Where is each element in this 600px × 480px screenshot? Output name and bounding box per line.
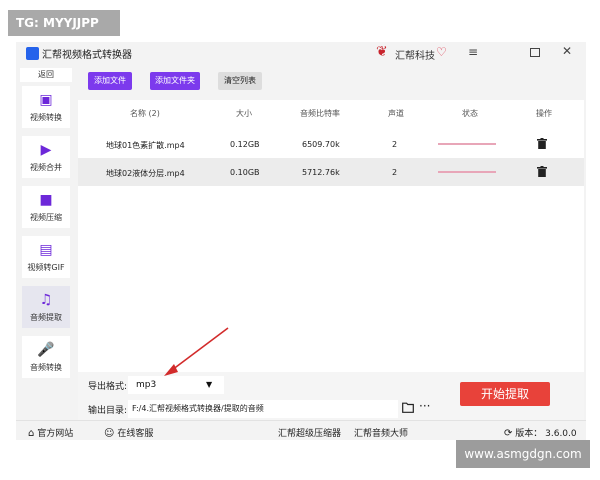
- footer-bar: ⌂ 官方网站 ☺ 在线客服 汇帮超级压缩器 汇帮音频大师 ⟳ 版本： 3.6.0…: [16, 420, 586, 440]
- sidebar-item-label: 视频转GIF: [27, 263, 65, 272]
- sidebar: 返回 ▣ 视频转换 ▶ 视频合并 ■ 视频压缩 ▤ 视频转GIF ♫ 音频提取 …: [16, 66, 76, 420]
- file-size: 0.10GB: [230, 168, 260, 177]
- sidebar-item-audio-convert[interactable]: 🎤 音频转换: [22, 336, 70, 378]
- file-bitrate: 6509.70k: [302, 140, 340, 149]
- output-dir-label: 输出目录:: [88, 406, 128, 416]
- refresh-icon: ⟳: [504, 428, 513, 439]
- watermark-top: TG: MYYJJPP: [8, 10, 120, 36]
- add-folder-button[interactable]: 添加文件夹: [150, 72, 200, 90]
- table-row[interactable]: 地球01色素扩散.mp4 0.12GB 6509.70k 2: [78, 130, 584, 158]
- file-name: 地球01色素扩散.mp4: [106, 141, 185, 150]
- trash-icon[interactable]: [537, 166, 547, 177]
- online-service-label: 在线客服: [117, 429, 154, 439]
- app-window: 汇帮视频格式转换器 ❦ 汇帮科技 ♡ ≡ ✕ 返回 ▣ 视频转换 ▶ 视频合并 …: [16, 42, 586, 440]
- column-header-bitrate: 音频比特率: [300, 109, 340, 118]
- clear-list-button[interactable]: 清空列表: [218, 72, 262, 90]
- sidebar-item-video-convert[interactable]: ▣ 视频转换: [22, 86, 70, 128]
- output-settings: 导出格式: mp3 ▼ 输出目录: F:/4.汇帮视频格式转换器/提取的音频 ·…: [78, 372, 584, 420]
- file-table: 名称 (2) 大小 音频比特率 声道 状态 操作 地球01色素扩散.mp4 0.…: [78, 100, 584, 372]
- sidebar-item-video-compress[interactable]: ■ 视频压缩: [22, 186, 70, 228]
- format-label: 导出格式:: [88, 382, 128, 392]
- sidebar-item-video-to-gif[interactable]: ▤ 视频转GIF: [22, 236, 70, 278]
- table-row[interactable]: 地球02液体分层.mp4 0.10GB 5712.76k 2: [78, 158, 584, 186]
- file-size: 0.12GB: [230, 140, 260, 149]
- sidebar-item-audio-extract[interactable]: ♫ 音频提取: [22, 286, 70, 328]
- video-merge-icon: ▶: [40, 142, 52, 158]
- home-icon: ⌂: [28, 428, 35, 439]
- title-bar: 汇帮视频格式转换器 ❦ 汇帮科技 ♡ ≡ ✕: [16, 42, 586, 64]
- folder-icon[interactable]: [402, 402, 414, 413]
- column-header-action: 操作: [536, 109, 552, 118]
- heart-icon[interactable]: ♡: [436, 45, 447, 59]
- chevron-down-icon[interactable]: ▼: [206, 376, 212, 394]
- close-icon[interactable]: ✕: [562, 44, 572, 58]
- app-title: 汇帮视频格式转换器: [42, 50, 132, 61]
- file-bitrate: 5712.76k: [302, 168, 340, 177]
- column-header-status: 状态: [462, 109, 478, 118]
- sidebar-item-label: 音频提取: [30, 313, 62, 322]
- online-service-link[interactable]: ☺ 在线客服: [104, 426, 153, 439]
- video-compress-icon: ■: [39, 192, 53, 208]
- start-extract-button[interactable]: 开始提取: [460, 382, 550, 406]
- version-label: 版本： 3.6.0.0: [515, 429, 577, 439]
- back-button[interactable]: 返回: [20, 68, 72, 82]
- brand-logo-icon: ❦: [376, 44, 388, 60]
- official-site-label: 官方网站: [37, 429, 74, 439]
- maximize-icon[interactable]: [530, 48, 540, 57]
- more-icon[interactable]: ···: [419, 399, 430, 413]
- version-info: ⟳ 版本： 3.6.0.0: [504, 426, 577, 439]
- sidebar-item-label: 音频转换: [30, 363, 62, 372]
- music-icon: ♫: [39, 292, 53, 308]
- column-header-size: 大小: [236, 109, 252, 118]
- brand-name: 汇帮科技: [395, 51, 435, 62]
- sidebar-item-label: 视频转换: [30, 113, 62, 122]
- microphone-icon: 🎤: [37, 342, 55, 358]
- output-dir-field[interactable]: F:/4.汇帮视频格式转换器/提取的音频: [128, 400, 398, 418]
- headset-icon: ☺: [104, 428, 115, 439]
- file-channels: 2: [392, 168, 398, 177]
- watermark-bottom: www.asmgdgn.com: [456, 440, 590, 468]
- official-site-link[interactable]: ⌂ 官方网站: [28, 426, 73, 439]
- menu-icon[interactable]: ≡: [468, 45, 478, 59]
- video-convert-icon: ▣: [39, 92, 53, 108]
- file-name: 地球02液体分层.mp4: [106, 169, 185, 178]
- gif-icon: ▤: [39, 242, 53, 258]
- status-progress-bar: [438, 171, 496, 173]
- status-progress-bar: [438, 143, 496, 145]
- compressor-link[interactable]: 汇帮超级压缩器: [278, 426, 341, 439]
- add-file-button[interactable]: 添加文件: [88, 72, 132, 90]
- sidebar-item-label: 视频合并: [30, 163, 62, 172]
- column-header-channels: 声道: [388, 109, 404, 118]
- sidebar-item-label: 视频压缩: [30, 213, 62, 222]
- sidebar-item-video-merge[interactable]: ▶ 视频合并: [22, 136, 70, 178]
- audio-master-link[interactable]: 汇帮音频大师: [354, 426, 408, 439]
- file-channels: 2: [392, 140, 398, 149]
- column-header-name: 名称 (2): [130, 109, 160, 118]
- trash-icon[interactable]: [537, 138, 547, 149]
- app-logo-icon: [26, 47, 39, 60]
- toolbar: 添加文件 添加文件夹 清空列表: [76, 66, 586, 94]
